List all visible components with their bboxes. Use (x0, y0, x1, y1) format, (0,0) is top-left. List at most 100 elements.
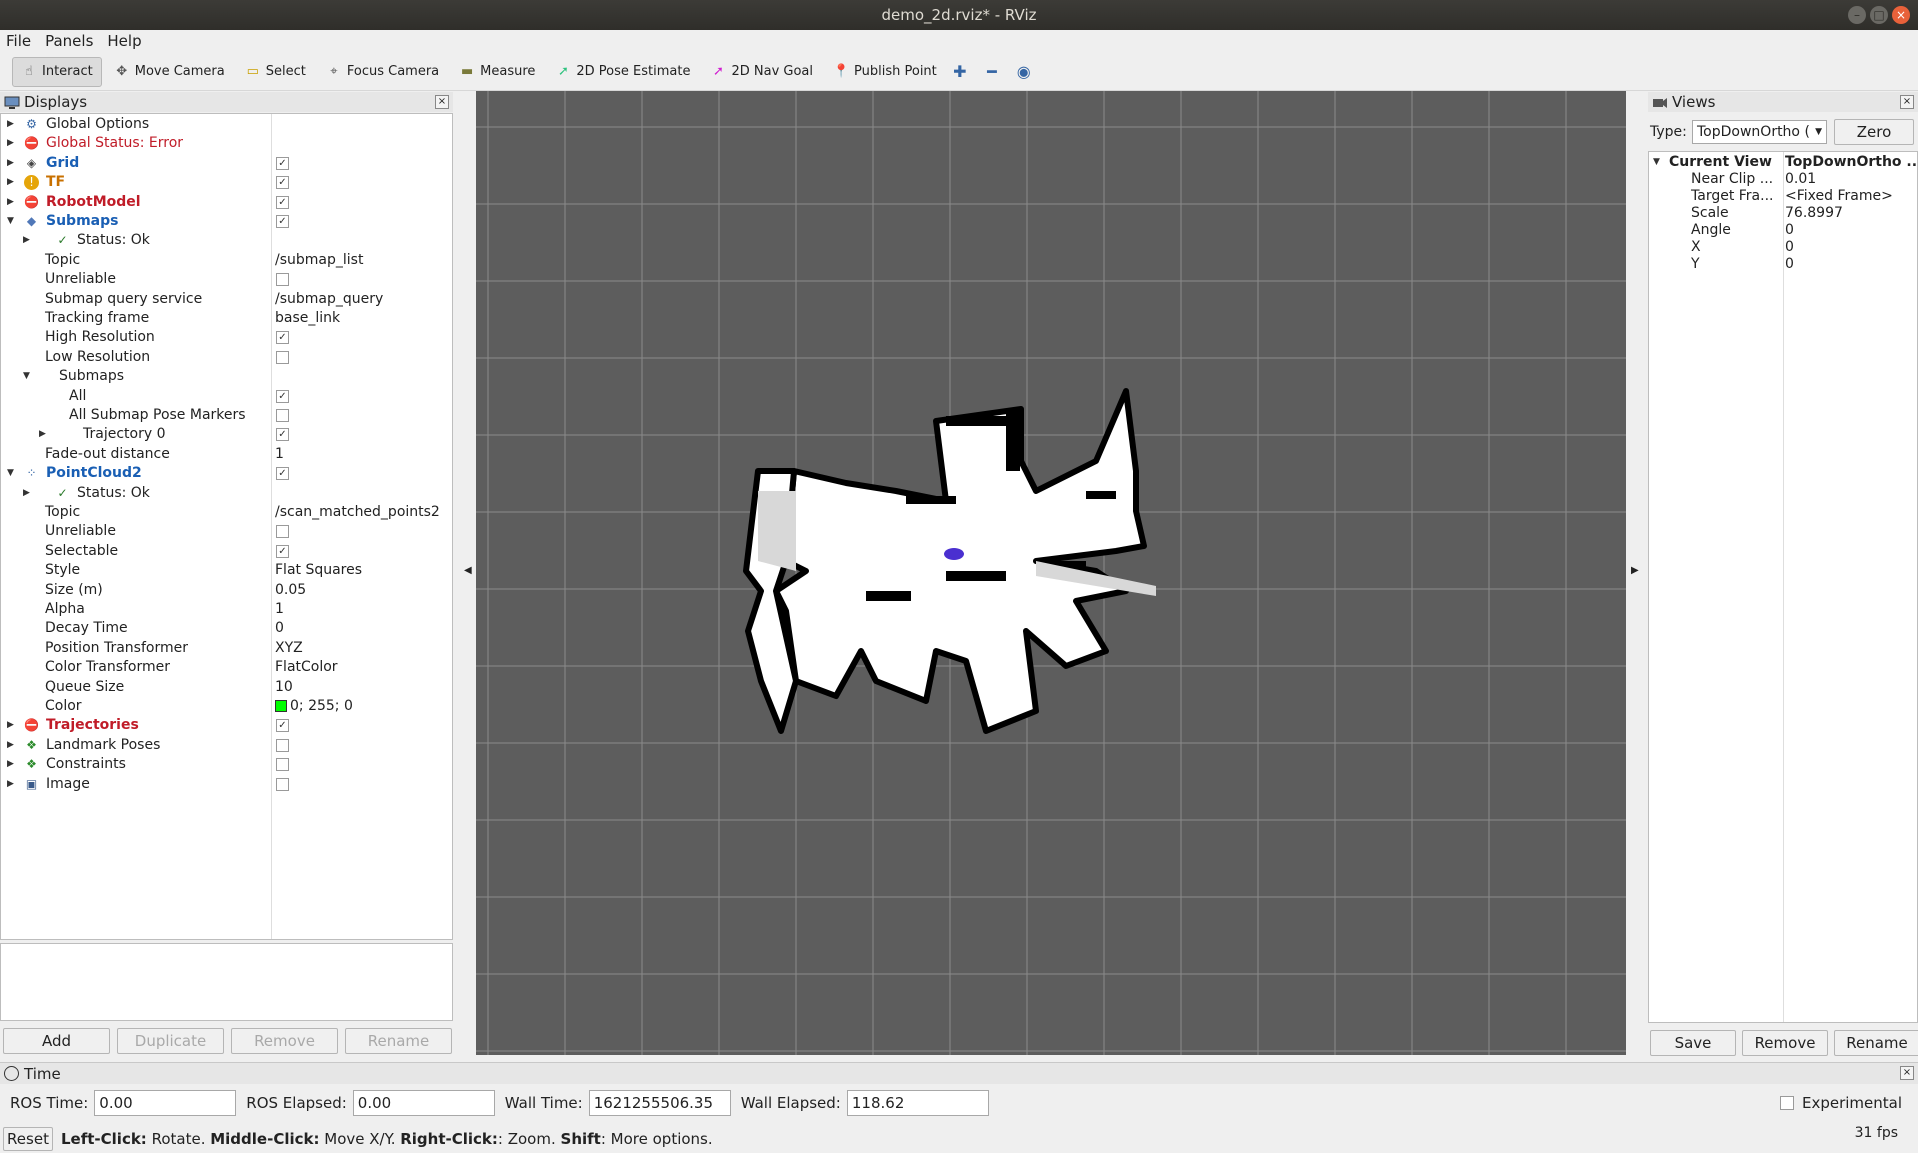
zero-button[interactable]: Zero (1834, 119, 1914, 145)
visibility-checkbox[interactable] (276, 350, 289, 364)
visibility-checkbox[interactable] (276, 525, 289, 539)
display-row-alpha[interactable]: Alpha 1 (1, 600, 452, 619)
menu-file[interactable]: File (6, 32, 31, 50)
tool-publish-point[interactable]: 📍 Publish Point (825, 57, 945, 87)
display-row-grid[interactable]: ▶ ◈ Grid ✓ (1, 154, 452, 173)
duplicate-display-button[interactable]: Duplicate (117, 1028, 224, 1054)
wall-time-field[interactable]: 1621255506.35 (588, 1090, 731, 1116)
display-row-submap-query-service[interactable]: Submap query service/submap_query (1, 290, 452, 309)
chevron-right-icon[interactable]: ▶ (7, 716, 17, 735)
visibility-checkbox[interactable] (276, 758, 289, 772)
maximize-icon[interactable]: □ (1870, 6, 1888, 24)
chevron-right-icon[interactable]: ▶ (7, 173, 17, 192)
display-row-style[interactable]: Style Flat Squares (1, 561, 452, 580)
chevron-down-icon[interactable]: ▼ (23, 367, 33, 386)
menu-help[interactable]: Help (107, 32, 141, 50)
display-row-value[interactable]: FlatColor (275, 658, 338, 677)
experimental-toggle[interactable]: Experimental (1779, 1094, 1902, 1112)
display-row-value[interactable]: 1 (275, 445, 284, 464)
minus-icon[interactable]: ━ (981, 62, 1003, 81)
tool-move-camera[interactable]: ✥ Move Camera (106, 57, 233, 87)
display-row-trajectories[interactable]: ▶ ⛔ Trajectories ✓ (1, 716, 452, 735)
chevron-right-icon[interactable]: ▶ (39, 425, 49, 444)
visibility-checkbox[interactable]: ✓ (276, 428, 289, 442)
minimize-icon[interactable]: – (1848, 6, 1866, 24)
chevron-right-icon[interactable]: ▶ (7, 154, 17, 173)
view-remove-button[interactable]: Remove (1742, 1030, 1828, 1056)
display-row-value[interactable]: base_link (275, 309, 340, 328)
visibility-checkbox[interactable]: ✓ (276, 467, 289, 481)
close-icon[interactable]: × (1892, 6, 1910, 24)
view-prop-angle[interactable]: Angle 0 (1649, 222, 1917, 239)
chevron-right-icon[interactable]: ▶ (7, 755, 17, 774)
display-row-global-status-error[interactable]: ▶ ⛔ Global Status: Error (1, 134, 452, 153)
display-row-status-ok[interactable]: ▶ ✓ Status: Ok (1, 231, 452, 250)
eye-icon[interactable]: ◉ (1013, 62, 1035, 81)
chevron-right-icon[interactable]: ▶ (7, 134, 17, 153)
reset-button[interactable]: Reset (3, 1127, 53, 1151)
display-row-landmark-poses[interactable]: ▶ ❖ Landmark Poses (1, 736, 452, 755)
display-row-image[interactable]: ▶ ▣ Image (1, 775, 452, 794)
wall-elapsed-field[interactable]: 118.62 (846, 1090, 989, 1116)
render-viewport[interactable] (476, 91, 1626, 1055)
display-row-value[interactable]: XYZ (275, 639, 303, 658)
ros-time-field[interactable]: 0.00 (94, 1090, 237, 1116)
display-row-value[interactable]: /submap_list (275, 251, 363, 270)
display-row-robotmodel[interactable]: ▶ ⛔ RobotModel ✓ (1, 193, 452, 212)
view-prop-scale[interactable]: Scale 76.8997 (1649, 205, 1917, 222)
visibility-checkbox[interactable]: ✓ (276, 156, 289, 170)
chevron-right-icon[interactable]: ▶ (7, 775, 17, 794)
display-row-value[interactable]: Flat Squares (275, 561, 362, 580)
chevron-right-icon[interactable]: ▶ (7, 193, 17, 212)
visibility-checkbox[interactable] (276, 409, 289, 422)
visibility-checkbox[interactable]: ✓ (276, 215, 289, 228)
display-row-submaps[interactable]: ▼ ◆ Submaps ✓ (1, 212, 452, 231)
visibility-checkbox[interactable]: ✓ (276, 195, 289, 209)
rename-display-button[interactable]: Rename (345, 1028, 452, 1054)
display-row-value[interactable]: 0; 255; 0 (275, 697, 353, 716)
display-row-color[interactable]: Color 0; 255; 0 (1, 697, 452, 716)
view-prop-target-fra-[interactable]: Target Fra... <Fixed Frame> (1649, 188, 1917, 205)
display-row-color-transformer[interactable]: Color Transformer FlatColor (1, 658, 452, 677)
tool-measure[interactable]: ▬ Measure (451, 57, 543, 87)
view-rename-button[interactable]: Rename (1834, 1030, 1918, 1056)
chevron-down-icon[interactable]: ▼ (7, 464, 17, 483)
display-row-tf[interactable]: ▶! TF ✓ (1, 173, 452, 192)
tool-focus-camera[interactable]: ⌖ Focus Camera (318, 57, 447, 87)
chevron-right-icon[interactable]: ▶ (7, 736, 17, 755)
display-row-value[interactable]: 0.05 (275, 581, 306, 600)
display-row-low-resolution[interactable]: Low Resolution (1, 348, 452, 367)
tool-2d-pose-estimate[interactable]: ➚ 2D Pose Estimate (547, 57, 698, 87)
current-view-row[interactable]: ▼ Current View TopDownOrtho ... (1649, 154, 1918, 171)
display-row-position-transformer[interactable]: Position Transformer XYZ (1, 639, 452, 658)
display-row-constraints[interactable]: ▶ ❖ Constraints (1, 755, 452, 774)
display-row-all[interactable]: All ✓ (1, 387, 452, 406)
display-row-value[interactable]: 10 (275, 678, 293, 697)
display-row-value[interactable]: /scan_matched_points2 (275, 503, 440, 522)
visibility-checkbox[interactable] (276, 777, 289, 791)
display-row-value[interactable]: 0 (275, 619, 284, 638)
display-row-decay-time[interactable]: Decay Time 0 (1, 619, 452, 638)
visibility-checkbox[interactable] (276, 273, 289, 287)
close-panel-icon[interactable]: × (1900, 1066, 1914, 1080)
display-row-submaps[interactable]: ▼ Submaps (1, 367, 452, 386)
visibility-checkbox[interactable]: ✓ (276, 331, 289, 345)
ros-elapsed-field[interactable]: 0.00 (352, 1090, 495, 1116)
display-row-unreliable[interactable]: Unreliable (1, 270, 452, 289)
view-save-button[interactable]: Save (1650, 1030, 1736, 1056)
visibility-checkbox[interactable] (276, 738, 289, 752)
chevron-right-icon[interactable]: ▶ (7, 115, 17, 134)
collapse-left-icon[interactable]: ◀ (464, 565, 472, 576)
display-row-fade-out-distance[interactable]: Fade-out distance 1 (1, 445, 452, 464)
display-row-trajectory-0[interactable]: ▶ Trajectory 0 ✓ (1, 425, 452, 444)
display-row-global-options[interactable]: ▶ ⚙ Global Options (1, 115, 452, 134)
display-row-size-m-[interactable]: Size (m) 0.05 (1, 581, 452, 600)
display-row-value[interactable]: 1 (275, 600, 284, 619)
close-panel-icon[interactable]: × (435, 95, 449, 109)
display-row-value[interactable]: /submap_query (275, 290, 383, 309)
experimental-checkbox[interactable] (1779, 1096, 1794, 1110)
menu-panels[interactable]: Panels (45, 32, 93, 50)
tool-interact[interactable]: ☝ Interact (12, 56, 102, 87)
view-prop-near-clip-[interactable]: Near Clip ... 0.01 (1649, 171, 1917, 188)
chevron-down-icon[interactable]: ▼ (7, 212, 17, 231)
